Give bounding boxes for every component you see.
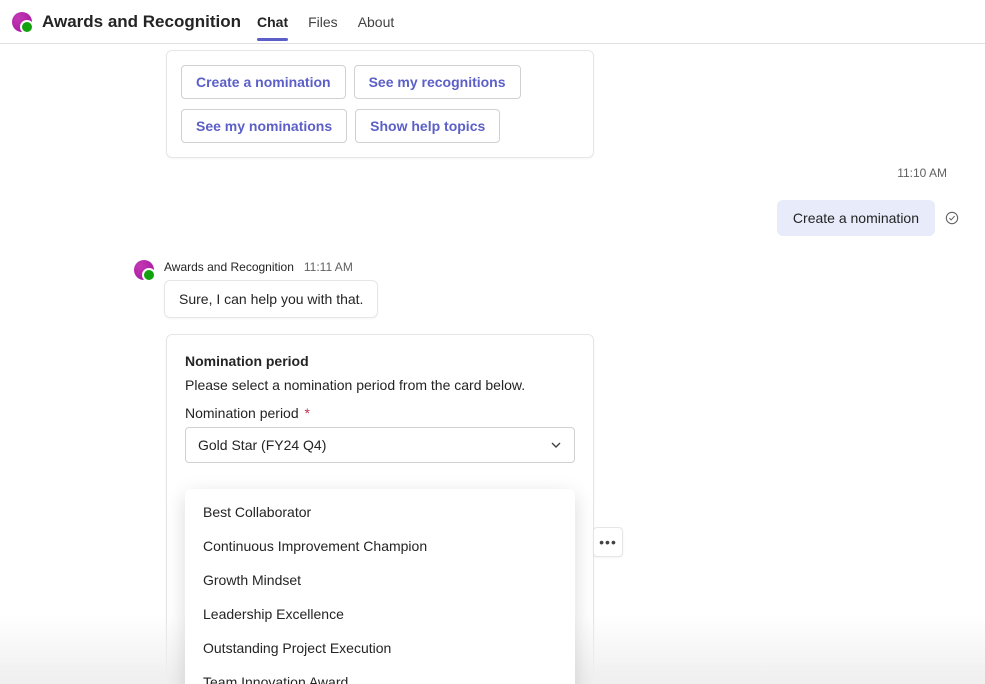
nomination-card: ••• Nomination period Please select a no… <box>166 334 594 684</box>
bot-avatar <box>134 260 154 280</box>
delivered-icon <box>945 211 959 225</box>
more-icon: ••• <box>599 534 617 550</box>
dropdown-option[interactable]: Outstanding Project Execution <box>185 631 575 665</box>
tab-files[interactable]: Files <box>308 4 338 40</box>
chevron-down-icon <box>550 439 562 451</box>
bot-sender-name: Awards and Recognition <box>164 260 294 274</box>
dropdown-option[interactable]: Leadership Excellence <box>185 597 575 631</box>
nomination-card-title: Nomination period <box>185 353 575 369</box>
user-message-bubble: Create a nomination <box>777 200 935 236</box>
bot-message-meta: Awards and Recognition 11:11 AM <box>164 260 378 274</box>
nomination-period-label: Nomination period * <box>185 405 575 421</box>
more-actions-button[interactable]: ••• <box>593 527 623 557</box>
dropdown-option[interactable]: Growth Mindset <box>185 563 575 597</box>
see-recognitions-button[interactable]: See my recognitions <box>354 65 521 99</box>
chat-area: Create a nomination See my recognitions … <box>0 44 985 684</box>
tabs-bar: Chat Files About <box>257 4 394 40</box>
dropdown-option[interactable]: Team Innovation Award <box>185 665 575 684</box>
field-label-text: Nomination period <box>185 405 299 421</box>
app-header: Awards and Recognition Chat Files About <box>0 0 985 44</box>
show-help-button[interactable]: Show help topics <box>355 109 500 143</box>
required-marker: * <box>305 405 310 421</box>
nomination-card-description: Please select a nomination period from t… <box>185 377 575 393</box>
award-type-dropdown: Best Collaborator Continuous Improvement… <box>185 489 575 684</box>
app-avatar <box>12 12 32 32</box>
dropdown-option[interactable]: Best Collaborator <box>185 495 575 529</box>
tab-about[interactable]: About <box>358 4 395 40</box>
tab-chat[interactable]: Chat <box>257 4 288 40</box>
nomination-period-select[interactable]: Gold Star (FY24 Q4) <box>185 427 575 463</box>
see-nominations-button[interactable]: See my nominations <box>181 109 347 143</box>
bot-message-bubble: Sure, I can help you with that. <box>164 280 378 318</box>
user-message-timestamp: 11:10 AM <box>12 166 947 180</box>
dropdown-option[interactable]: Continuous Improvement Champion <box>185 529 575 563</box>
quick-actions-card: Create a nomination See my recognitions … <box>166 44 594 166</box>
user-message-block: 11:10 AM Create a nomination <box>12 166 973 236</box>
create-nomination-button[interactable]: Create a nomination <box>181 65 346 99</box>
nomination-period-value: Gold Star (FY24 Q4) <box>198 437 326 453</box>
app-title: Awards and Recognition <box>42 12 241 32</box>
bot-message-timestamp: 11:11 AM <box>304 260 353 274</box>
bot-message-row: Awards and Recognition 11:11 AM Sure, I … <box>134 260 973 318</box>
